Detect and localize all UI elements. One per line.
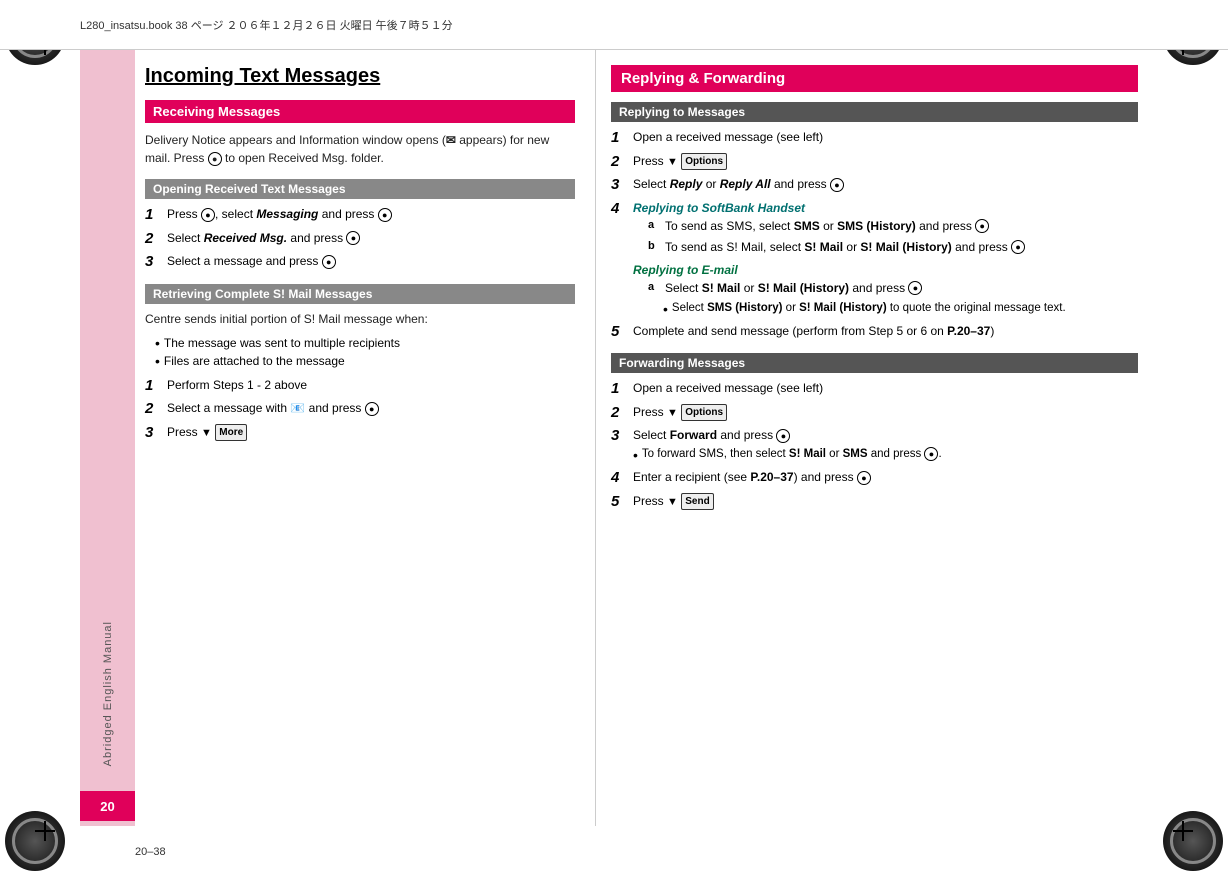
options-label-2: Options	[681, 404, 727, 421]
forwarding-header-label: Forwarding Messages	[619, 356, 745, 370]
right-column: Replying & Forwarding Replying to Messag…	[595, 50, 1148, 826]
opening-step-1: 1 Press ●, select Messaging and press ●	[145, 205, 575, 225]
bullet-2: • Files are attached to the message	[155, 352, 575, 370]
fwd-step-2: 2 Press ▼ Options	[611, 403, 1138, 423]
opening-step-2: 2 Select Received Msg. and press ●	[145, 229, 575, 249]
more-label: More	[215, 424, 247, 441]
fwd-step-5: 5 Press ▼ Send	[611, 492, 1138, 512]
opening-step-3: 3 Select a message and press ●	[145, 252, 575, 272]
section-forwarding: Forwarding Messages 1 Open a received me…	[611, 353, 1138, 511]
left-sidebar: Abridged English Manual	[80, 50, 135, 826]
header-text: L280_insatsu.book 38 ページ ２０６年１２月２６日 火曜日 …	[80, 17, 453, 33]
receiving-body: Delivery Notice appears and Information …	[145, 131, 575, 167]
corner-decoration-bl	[5, 811, 65, 871]
options-label-1: Options	[681, 153, 727, 170]
circle-icon: ●	[208, 152, 222, 166]
retrieving-bullets: • The message was sent to multiple recip…	[155, 334, 575, 370]
reg-mark-bl	[35, 821, 55, 841]
reg-mark-br	[1173, 821, 1193, 841]
softbank-heading: Replying to SoftBank Handset	[633, 201, 805, 215]
section-retrieving: Retrieving Complete S! Mail Messages Cen…	[145, 284, 575, 443]
retrieving-body: Centre sends initial portion of S! Mail …	[145, 310, 575, 328]
left-column: Incoming Text Messages Receiving Message…	[135, 50, 595, 826]
page-bottom: 20–38	[135, 846, 166, 858]
rf-title: Replying & Forwarding	[611, 65, 1138, 92]
section-opening: Opening Received Text Messages 1 Press ●…	[145, 179, 575, 272]
bullet-1: • The message was sent to multiple recip…	[155, 334, 575, 352]
sub-step-email-a: a Select S! Mail or S! Mail (History) an…	[648, 279, 1138, 297]
reply-step-2: 2 Press ▼ Options	[611, 152, 1138, 172]
opening-header: Opening Received Text Messages	[145, 179, 575, 199]
corner-decoration-br	[1163, 811, 1223, 871]
sidebar-label: Abridged English Manual	[102, 621, 114, 766]
reply-step-4: 4 Replying to SoftBank Handset a To send…	[611, 199, 1138, 318]
fwd-step-4: 4 Enter a recipient (see P.20–37) and pr…	[611, 468, 1138, 488]
sub-step-4b: b To send as S! Mail, select S! Mail or …	[648, 238, 1138, 256]
send-label: Send	[681, 493, 713, 510]
replying-header-label: Replying to Messages	[619, 105, 745, 119]
section-receiving: Receiving Messages Delivery Notice appea…	[145, 100, 575, 167]
retrieving-header: Retrieving Complete S! Mail Messages	[145, 284, 575, 304]
fwd-step-3: 3 Select Forward and press ● • To forwar…	[611, 426, 1138, 464]
retrieving-step-2: 2 Select a message with 📧 and press ●	[145, 399, 575, 419]
email-heading: Replying to E-mail	[633, 263, 738, 277]
forwarding-header: Forwarding Messages	[611, 353, 1138, 373]
retrieving-step-1: 1 Perform Steps 1 - 2 above	[145, 376, 575, 396]
page-number: 20	[100, 799, 114, 814]
reply-step-3: 3 Select Reply or Reply All and press ●	[611, 175, 1138, 195]
reply-step-1: 1 Open a received message (see left)	[611, 128, 1138, 148]
fwd-step-1: 1 Open a received message (see left)	[611, 379, 1138, 399]
sub-bullet-email: • Select SMS (History) or S! Mail (Histo…	[663, 300, 1138, 318]
left-main-title: Incoming Text Messages	[145, 65, 575, 88]
retrieving-step-3: 3 Press ▼ More	[145, 423, 575, 443]
replying-header: Replying to Messages	[611, 102, 1138, 122]
section-replying: Replying to Messages 1 Open a received m…	[611, 102, 1138, 341]
main-content: Incoming Text Messages Receiving Message…	[135, 50, 1148, 826]
sub-step-4a: a To send as SMS, select SMS or SMS (His…	[648, 217, 1138, 235]
page-number-box: 20	[80, 791, 135, 821]
reply-step-5: 5 Complete and send message (perform fro…	[611, 322, 1138, 342]
receiving-header: Receiving Messages	[145, 100, 575, 123]
header-bar: L280_insatsu.book 38 ページ ２０６年１２月２６日 火曜日 …	[0, 0, 1228, 50]
fwd-sub-bullet: • To forward SMS, then select S! Mail or…	[633, 446, 1138, 464]
